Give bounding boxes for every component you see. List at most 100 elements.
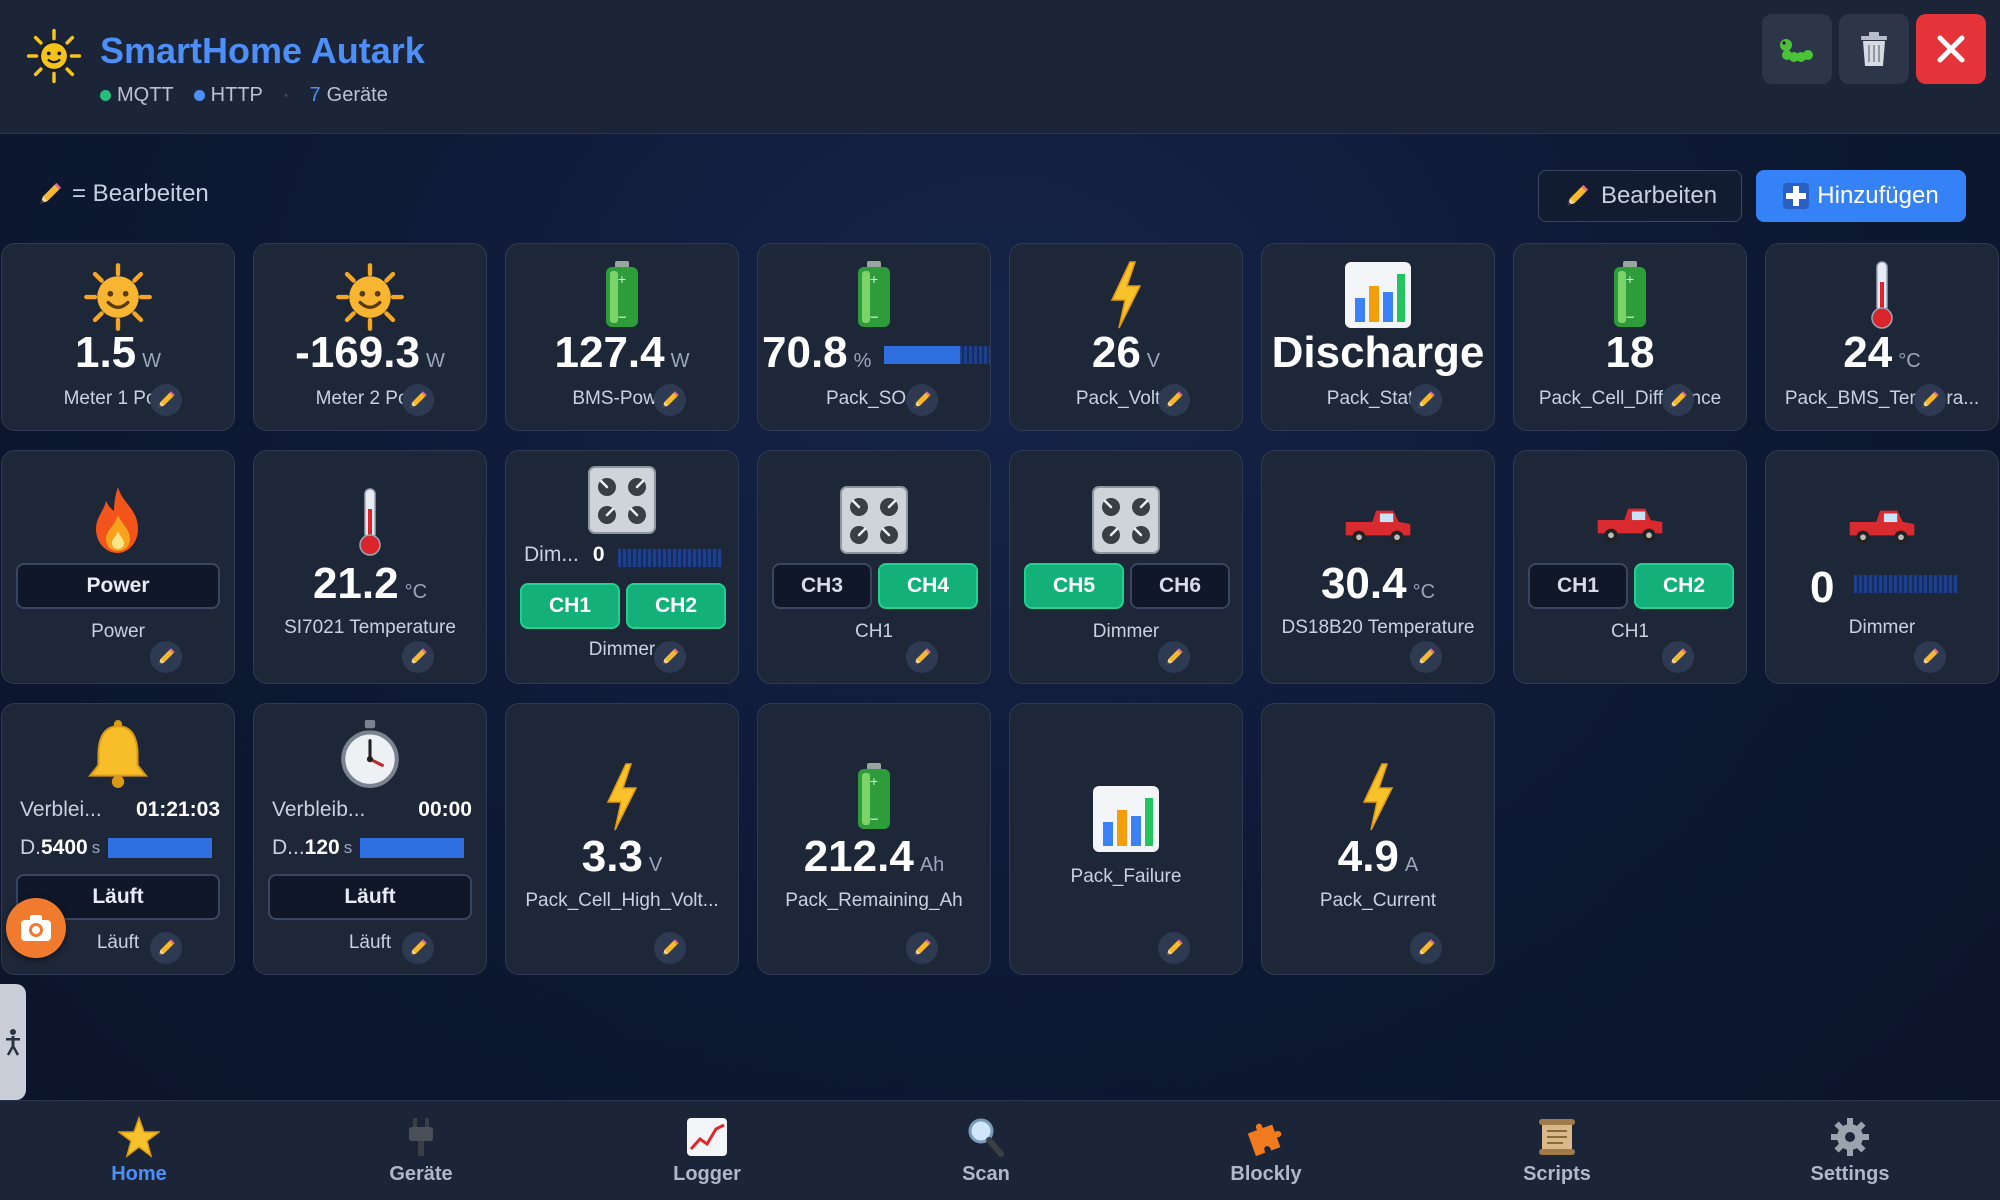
pencil-icon bbox=[1667, 646, 1689, 668]
edit-card-button[interactable] bbox=[402, 641, 434, 673]
device-card-ch56[interactable]: CH5 CH6 Dimmer bbox=[1009, 450, 1243, 684]
device-card-power[interactable]: Power Power bbox=[1, 450, 235, 684]
sun-icon bbox=[335, 262, 405, 332]
thermometer-icon bbox=[355, 487, 385, 557]
timer-run-button[interactable]: Läuft bbox=[268, 874, 472, 920]
device-card-pack-soc[interactable]: 70.8% Pack_SO... bbox=[757, 243, 991, 431]
mqtt-status: MQTT bbox=[100, 84, 174, 107]
device-card-timer-stopwatch[interactable]: Verbleib... 00:00 D... 120 s Läuft Läuft bbox=[253, 703, 487, 975]
device-card-ch34[interactable]: CH3 CH4 CH1 bbox=[757, 450, 991, 684]
edit-card-button[interactable] bbox=[1914, 641, 1946, 673]
device-count-label: Geräte bbox=[326, 84, 388, 106]
edit-card-button[interactable] bbox=[402, 932, 434, 964]
pencil-icon bbox=[1163, 646, 1185, 668]
battery-icon bbox=[1610, 258, 1650, 330]
device-card-pack-voltage[interactable]: 26 V Pack_Volt... bbox=[1009, 243, 1243, 431]
edit-card-button[interactable] bbox=[1914, 384, 1946, 416]
trash-button[interactable] bbox=[1839, 14, 1909, 84]
edit-card-button[interactable] bbox=[906, 641, 938, 673]
pencil-icon bbox=[155, 937, 177, 959]
device-card-cell-high-voltage[interactable]: 3.3 V Pack_Cell_High_Volt... bbox=[505, 703, 739, 975]
edit-card-button[interactable] bbox=[1158, 384, 1190, 416]
thermometer-icon bbox=[1867, 260, 1897, 330]
device-card-truck-channels[interactable]: CH1 CH2 CH1 bbox=[1513, 450, 1747, 684]
nav-home[interactable]: Home bbox=[59, 1101, 219, 1200]
edit-button[interactable]: Bearbeiten bbox=[1538, 170, 1742, 222]
device-card-meter2[interactable]: -169.3 W Meter 2 Po... bbox=[253, 243, 487, 431]
power-toggle-button[interactable]: Power bbox=[16, 563, 220, 609]
ch2-button[interactable]: CH2 bbox=[1634, 563, 1734, 609]
device-card-cell-difference[interactable]: 18 Pack_Cell_Difference bbox=[1513, 243, 1747, 431]
nav-settings[interactable]: Settings bbox=[1770, 1101, 1930, 1200]
battery-icon bbox=[602, 258, 642, 330]
close-icon bbox=[1937, 35, 1965, 63]
device-card-bms-power[interactable]: 127.4 W BMS-Pow... bbox=[505, 243, 739, 431]
dimmer-slider[interactable] bbox=[1854, 575, 1958, 593]
device-card-ds18b20[interactable]: 30.4 °C DS18B20 Temperature bbox=[1261, 450, 1495, 684]
edit-card-button[interactable] bbox=[150, 932, 182, 964]
sun-logo-icon bbox=[26, 28, 82, 84]
add-button[interactable]: Hinzufügen bbox=[1756, 170, 1966, 222]
edit-card-button[interactable] bbox=[906, 932, 938, 964]
nav-blockly[interactable]: Blockly bbox=[1186, 1101, 1346, 1200]
edit-card-button[interactable] bbox=[654, 932, 686, 964]
edit-card-button[interactable] bbox=[150, 384, 182, 416]
ch1-button[interactable]: CH1 bbox=[520, 583, 620, 629]
device-card-meter1[interactable]: 1.5 W Meter 1 Po... bbox=[1, 243, 235, 431]
device-card-pack-status[interactable]: Discharge Pack_Stat... bbox=[1261, 243, 1495, 431]
card-label: Pack_Cell_Difference bbox=[1538, 388, 1722, 409]
edit-card-button[interactable] bbox=[402, 384, 434, 416]
ch4-button[interactable]: CH4 bbox=[878, 563, 978, 609]
fire-icon bbox=[88, 485, 148, 555]
card-label: Pack_Failure bbox=[1070, 866, 1182, 887]
device-card-pack-failure[interactable]: Pack_Failure bbox=[1009, 703, 1243, 975]
edit-card-button[interactable] bbox=[1410, 384, 1442, 416]
debug-button[interactable] bbox=[1762, 14, 1832, 84]
edit-card-button[interactable] bbox=[1158, 641, 1190, 673]
ch6-button[interactable]: CH6 bbox=[1130, 563, 1230, 609]
stove-icon bbox=[839, 485, 909, 555]
pencil-icon bbox=[1919, 389, 1941, 411]
edit-card-button[interactable] bbox=[1158, 932, 1190, 964]
nav-logger[interactable]: Logger bbox=[627, 1101, 787, 1200]
pencil-icon bbox=[407, 389, 429, 411]
edit-card-button[interactable] bbox=[654, 641, 686, 673]
edit-card-button[interactable] bbox=[1662, 641, 1694, 673]
scroll-icon bbox=[1539, 1119, 1575, 1155]
status-separator: · bbox=[282, 84, 290, 106]
edit-card-button[interactable] bbox=[1410, 641, 1442, 673]
edit-card-button[interactable] bbox=[906, 384, 938, 416]
ch2-button[interactable]: CH2 bbox=[626, 583, 726, 629]
nav-scan[interactable]: Scan bbox=[906, 1101, 1066, 1200]
edit-card-button[interactable] bbox=[150, 641, 182, 673]
edit-card-button[interactable] bbox=[1662, 384, 1694, 416]
pencil-icon bbox=[1919, 646, 1941, 668]
edit-card-button[interactable] bbox=[654, 384, 686, 416]
pencil-icon bbox=[1563, 182, 1591, 210]
truck-icon bbox=[1340, 499, 1416, 547]
close-button[interactable] bbox=[1916, 14, 1986, 84]
pencil-icon bbox=[36, 180, 64, 208]
accessibility-button[interactable] bbox=[0, 984, 26, 1100]
battery-icon bbox=[854, 760, 894, 832]
device-card-remaining-ah[interactable]: 212.4 Ah Pack_Remaining_Ah bbox=[757, 703, 991, 975]
nav-scripts[interactable]: Scripts bbox=[1477, 1101, 1637, 1200]
device-card-dimmer[interactable]: Dim... 0 CH1 CH2 Dimmer bbox=[505, 450, 739, 684]
dimmer-slider[interactable] bbox=[618, 549, 722, 567]
device-card-truck-dimmer[interactable]: 0 Dimmer bbox=[1765, 450, 1999, 684]
chart-line-icon bbox=[687, 1118, 727, 1156]
camera-button[interactable] bbox=[6, 898, 66, 958]
card-label: BMS-Pow... bbox=[572, 388, 672, 409]
ch1-button[interactable]: CH1 bbox=[1528, 563, 1628, 609]
device-card-pack-current[interactable]: 4.9 A Pack_Current bbox=[1261, 703, 1495, 975]
gear-icon bbox=[1831, 1118, 1869, 1156]
nav-geraete[interactable]: Geräte bbox=[341, 1101, 501, 1200]
ch3-button[interactable]: CH3 bbox=[772, 563, 872, 609]
edit-card-button[interactable] bbox=[1410, 932, 1442, 964]
device-card-si7021[interactable]: 21.2 °C SI7021 Temperature bbox=[253, 450, 487, 684]
ch5-button[interactable]: CH5 bbox=[1024, 563, 1124, 609]
stopwatch-icon bbox=[339, 718, 401, 790]
duration-slider[interactable] bbox=[360, 838, 465, 858]
duration-slider[interactable] bbox=[108, 838, 213, 858]
device-card-bms-temperature[interactable]: 24 °C Pack_BMS_Tempera... bbox=[1765, 243, 1999, 431]
